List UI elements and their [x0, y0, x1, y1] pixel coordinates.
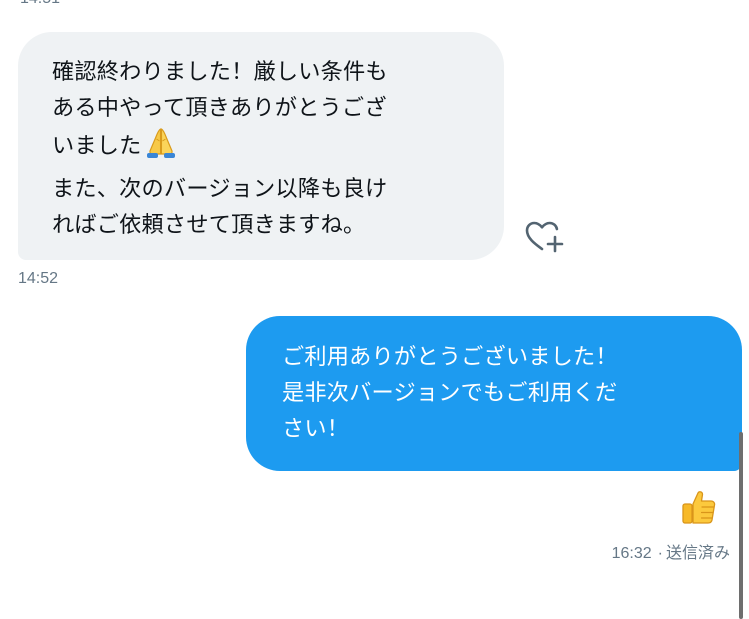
received-message-line: ある中やって頂きありがとうござ — [52, 95, 387, 121]
previous-message-timestamp: 14:51 — [20, 0, 60, 9]
sent-message-line: 是非次バージョンでもご利用くだ — [282, 380, 618, 406]
sent-message-line: さい！ — [282, 416, 350, 442]
received-message-timestamp: 14:52 — [18, 270, 59, 287]
folded-hands-emoji-icon — [144, 126, 178, 171]
add-reaction-heart-button[interactable] — [522, 216, 566, 256]
received-message-text: いました — [52, 133, 142, 159]
scrollbar-thumb[interactable] — [739, 432, 743, 619]
received-message-line: また、次のバージョン以降も良け — [52, 176, 388, 202]
sent-message-meta: 16:32 · 送信済み — [612, 544, 730, 564]
received-message-line: いました — [52, 126, 482, 171]
received-message-line: ればご依頼させて頂きますね。 — [52, 212, 366, 238]
meta-separator: · — [657, 545, 663, 562]
received-message-line: 確認終わりました！厳しい条件も — [52, 59, 388, 85]
heart-plus-icon — [525, 221, 564, 253]
sent-message-bubble[interactable]: ご利用ありがとうございました！ 是非次バージョンでもご利用くだ さい！ — [246, 316, 742, 471]
thumbs-up-icon — [682, 491, 716, 524]
sent-message-line: ご利用ありがとうございました！ — [282, 344, 618, 370]
sent-status: 送信済み — [665, 545, 730, 562]
sent-message-timestamp: 16:32 — [611, 545, 652, 562]
received-message-bubble[interactable]: 確認終わりました！厳しい条件も ある中やって頂きありがとうござ いました また、… — [18, 32, 504, 260]
thumbs-up-reaction[interactable] — [678, 487, 720, 527]
dm-conversation: 14:51 確認終わりました！厳しい条件も ある中やって頂きありがとうござ いま… — [0, 0, 749, 619]
